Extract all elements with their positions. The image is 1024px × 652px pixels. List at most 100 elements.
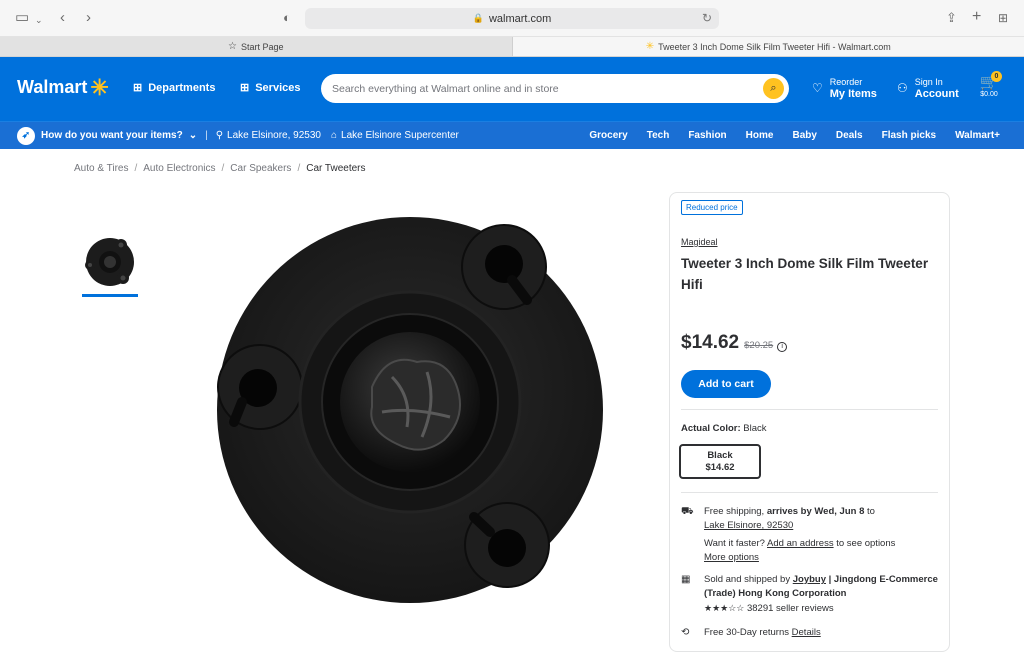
seller-link[interactable]: Joybuy — [793, 574, 826, 585]
lock-icon: 🔒 — [473, 13, 484, 24]
forward-icon[interactable]: › — [86, 10, 91, 26]
nav-fashion[interactable]: Fashion — [688, 130, 726, 141]
nav-tech[interactable]: Tech — [647, 130, 670, 141]
search-icon: ⌕ — [770, 82, 776, 95]
product-thumbnail[interactable] — [82, 233, 138, 289]
services-button[interactable]: ⊞ Services — [240, 81, 300, 94]
returns-row: ⟲ Free 30-Day returns Details — [681, 626, 939, 640]
brand-link[interactable]: Magideal — [681, 237, 718, 247]
my-items-label: My Items — [830, 88, 877, 100]
chevron-down-icon[interactable]: ⌄ — [35, 12, 43, 28]
cart-button[interactable]: 🛒 0 $0.00 — [978, 75, 1000, 98]
faster-row: Want it faster? Add an address to see op… — [681, 537, 939, 565]
shipping-location-link[interactable]: Lake Elsinore, 92530 — [704, 520, 793, 531]
returns-icon: ⟲ — [681, 626, 689, 640]
breadcrumb-item[interactable]: Auto & Tires — [74, 163, 128, 174]
site-header: Walmart ✳ ⊞ Departments ⊞ Services ⌕ ♡ R… — [0, 57, 1024, 121]
tweeter-image — [212, 212, 608, 612]
breadcrumb-separator: / — [222, 163, 225, 174]
breadcrumb-item[interactable]: Car Speakers — [230, 163, 291, 174]
signin-label: Sign In — [915, 77, 943, 87]
breadcrumb-separator: / — [134, 163, 137, 174]
delivery-icon: ➶ — [17, 127, 35, 145]
swatch-name: Black — [681, 450, 759, 462]
account-label: Account — [915, 88, 959, 100]
seller-rating-stars: ★★★☆☆ — [704, 603, 744, 613]
product-main-image[interactable] — [212, 212, 608, 612]
reload-icon[interactable]: ↻ — [702, 11, 712, 25]
tab-bar: ☆ Start Page ✳ Tweeter 3 Inch Dome Silk … — [0, 37, 1024, 57]
see-options-text: to see options — [834, 538, 896, 549]
walmart-logo[interactable]: Walmart ✳ — [17, 77, 109, 98]
person-icon: ⚇ — [897, 82, 908, 94]
divider — [681, 492, 938, 493]
location-label: Lake Elsinore, 92530 — [227, 130, 321, 141]
tab-overview-icon[interactable]: ⊞ — [998, 10, 1008, 26]
fulfillment-selector[interactable]: ➶ How do you want your items? ⌄ — [17, 127, 197, 145]
reorder-button[interactable]: ♡ Reorder My Items — [812, 76, 877, 100]
search-button[interactable]: ⌕ — [763, 78, 784, 99]
thumbnail-selected-indicator — [82, 294, 138, 297]
sold-by-text: Sold and shipped by — [704, 574, 793, 585]
store-icon: ▦ — [681, 573, 690, 587]
address-bar[interactable]: 🔒 walmart.com ↻ — [305, 8, 719, 29]
fulfillment-label: How do you want your items? — [41, 130, 183, 141]
info-icon[interactable]: i — [777, 342, 787, 352]
privacy-shield-icon[interactable]: ◐ — [283, 10, 291, 26]
back-icon[interactable]: ‹ — [60, 10, 65, 26]
returns-text: Free 30-Day returns — [704, 627, 789, 638]
returns-details-link[interactable]: Details — [792, 627, 821, 638]
divider — [681, 409, 938, 410]
tweeter-thumbnail-image — [84, 235, 136, 287]
reorder-label: Reorder — [830, 77, 863, 87]
tab-start-page[interactable]: ☆ Start Page — [0, 37, 513, 56]
color-label-key: Actual Color: — [681, 423, 741, 434]
departments-label: Departments — [148, 82, 215, 94]
nav-home[interactable]: Home — [746, 130, 774, 141]
tab-walmart-product[interactable]: ✳ Tweeter 3 Inch Dome Silk Film Tweeter … — [513, 37, 1024, 56]
color-label-value: Black — [743, 423, 766, 434]
sub-header: ➶ How do you want your items? ⌄ | ⚲ Lake… — [0, 121, 1024, 149]
shipping-row: ⛟ Free shipping, arrives by Wed, Jun 8 t… — [681, 505, 939, 533]
account-button[interactable]: ⚇ Sign In Account — [897, 76, 959, 100]
color-swatch-black[interactable]: Black $14.62 — [679, 444, 761, 479]
address-url: walmart.com — [489, 13, 551, 25]
nav-flash-picks[interactable]: Flash picks — [882, 130, 936, 141]
star-icon: ☆ — [228, 41, 237, 52]
add-address-link[interactable]: Add an address — [767, 538, 834, 549]
color-label: Actual Color: Black — [681, 423, 767, 434]
product-title: Tweeter 3 Inch Dome Silk Film Tweeter Hi… — [681, 253, 936, 295]
store-selector[interactable]: ⌂ Lake Elsinore Supercenter — [331, 130, 459, 141]
sidebar-toggle-icon[interactable]: ▭ — [15, 10, 29, 26]
departments-button[interactable]: ⊞ Departments — [133, 81, 215, 94]
store-label: Lake Elsinore Supercenter — [341, 130, 459, 141]
location-selector[interactable]: ⚲ Lake Elsinore, 92530 — [216, 130, 321, 141]
services-label: Services — [255, 82, 300, 94]
nav-grocery[interactable]: Grocery — [589, 130, 627, 141]
swatch-price: $14.62 — [681, 462, 759, 474]
services-grid-icon: ⊞ — [240, 81, 249, 94]
search-input[interactable] — [332, 83, 752, 95]
seller-row: ▦ Sold and shipped by Joybuy | Jingdong … — [681, 573, 939, 616]
more-options-link[interactable]: More options — [704, 552, 759, 563]
new-tab-icon[interactable]: + — [972, 9, 981, 25]
reorder-icon: ♡ — [812, 82, 823, 94]
logo-text: Walmart — [17, 77, 87, 98]
seller-review-count[interactable]: 38291 seller reviews — [747, 603, 834, 614]
shipping-text: Free shipping, — [704, 506, 767, 517]
tab-label: Tweeter 3 Inch Dome Silk Film Tweeter Hi… — [658, 42, 891, 52]
reduced-price-badge: Reduced price — [681, 200, 743, 215]
breadcrumb-item[interactable]: Auto Electronics — [143, 163, 215, 174]
nav-deals[interactable]: Deals — [836, 130, 863, 141]
walmart-spark-icon: ✳ — [646, 41, 654, 52]
nav-walmart-plus[interactable]: Walmart+ — [955, 130, 1000, 141]
search-bar: ⌕ — [321, 74, 789, 103]
location-pin-icon: ⚲ — [216, 130, 223, 141]
share-icon[interactable]: ⇪ — [946, 10, 957, 26]
spark-icon: ✳ — [90, 79, 108, 97]
browser-toolbar: ▭ ⌄ ‹ › ◐ 🔒 walmart.com ↻ ⇪ + ⊞ — [0, 0, 1024, 37]
nav-baby[interactable]: Baby — [792, 130, 816, 141]
faster-text: Want it faster? — [704, 538, 765, 549]
arrival-date: arrives by Wed, Jun 8 — [767, 506, 865, 517]
add-to-cart-button[interactable]: Add to cart — [681, 370, 771, 398]
